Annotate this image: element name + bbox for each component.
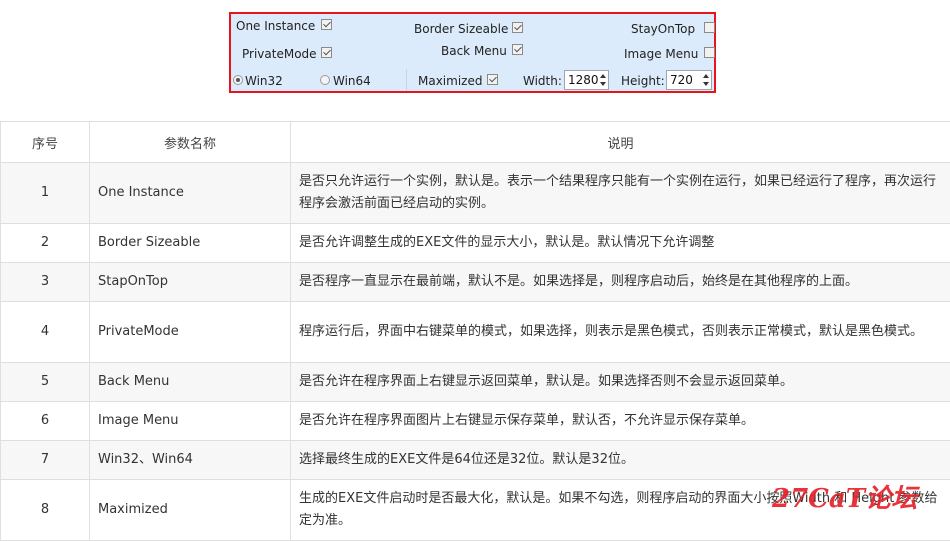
win32-radio[interactable] — [233, 75, 243, 85]
back-menu-label: Back Menu — [441, 44, 507, 58]
one-instance-label: One Instance — [236, 19, 315, 33]
stay-on-top-label: StayOnTop — [631, 22, 695, 36]
back-menu-checkbox[interactable] — [512, 44, 523, 55]
panel-divider — [406, 69, 407, 91]
height-label: Height: — [621, 74, 665, 88]
row-index: 7 — [1, 441, 90, 480]
row-param-name: Border Sizeable — [90, 224, 291, 263]
row-description: 是否允许在程序界面上右键显示返回菜单，默认是。如果选择否则不会显示返回菜单。 — [291, 363, 950, 402]
row-description: 选择最终生成的EXE文件是64位还是32位。默认是32位。 — [291, 441, 950, 480]
image-menu-label: Image Menu — [624, 47, 698, 61]
image-menu-checkbox[interactable] — [704, 47, 715, 58]
win64-radio[interactable] — [320, 75, 330, 85]
row-index: 2 — [1, 224, 90, 263]
table-row: 4 PrivateMode 程序运行后，界面中右键菜单的模式，如果选择，则表示是… — [1, 302, 950, 363]
table-row: 6 Image Menu 是否允许在程序界面图片上右键显示保存菜单，默认否，不允… — [1, 402, 950, 441]
row-param-name: Win32、Win64 — [90, 441, 291, 480]
row-param-name: One Instance — [90, 163, 291, 224]
row-index: 5 — [1, 363, 90, 402]
row-index: 1 — [1, 163, 90, 224]
spin-down-icon[interactable] — [600, 82, 606, 86]
width-spinbox[interactable]: 1280 — [564, 70, 609, 90]
border-sizeable-label: Border Sizeable — [414, 22, 508, 36]
maximized-checkbox[interactable] — [487, 74, 498, 85]
one-instance-checkbox[interactable] — [321, 19, 332, 30]
table-row: 5 Back Menu 是否允许在程序界面上右键显示返回菜单，默认是。如果选择否… — [1, 363, 950, 402]
spin-up-icon[interactable] — [703, 74, 709, 78]
row-param-name: Back Menu — [90, 363, 291, 402]
table-row: 3 StapOnTop 是否程序一直显示在最前端，默认不是。如果选择是，则程序启… — [1, 263, 950, 302]
forum-watermark: 27CaT论坛 — [772, 478, 917, 515]
table-row: 1 One Instance 是否只允许运行一个实例，默认是。表示一个结果程序只… — [1, 163, 950, 224]
row-description: 程序运行后，界面中右键菜单的模式，如果选择，则表示是黑色模式，否则表示正常模式，… — [291, 302, 950, 363]
spin-up-icon[interactable] — [600, 74, 606, 78]
win32-label: Win32 — [245, 74, 283, 88]
row-index: 3 — [1, 263, 90, 302]
stay-on-top-checkbox[interactable] — [704, 22, 715, 33]
row-index: 8 — [1, 480, 90, 541]
row-description: 是否允许调整生成的EXE文件的显示大小，默认是。默认情况下允许调整 — [291, 224, 950, 263]
row-param-name: Image Menu — [90, 402, 291, 441]
row-param-name: Maximized — [90, 480, 291, 541]
maximized-label: Maximized — [418, 74, 482, 88]
table-row: 7 Win32、Win64 选择最终生成的EXE文件是64位还是32位。默认是3… — [1, 441, 950, 480]
spin-down-icon[interactable] — [703, 82, 709, 86]
row-description: 是否允许在程序界面图片上右键显示保存菜单，默认否，不允许显示保存菜单。 — [291, 402, 950, 441]
row-description: 是否只允许运行一个实例，默认是。表示一个结果程序只能有一个实例在运行，如果已经运… — [291, 163, 950, 224]
header-index: 序号 — [1, 122, 90, 163]
row-param-name: PrivateMode — [90, 302, 291, 363]
border-sizeable-checkbox[interactable] — [512, 22, 523, 33]
private-mode-label: PrivateMode — [242, 47, 317, 61]
row-param-name: StapOnTop — [90, 263, 291, 302]
win64-label: Win64 — [333, 74, 371, 88]
header-description: 说明 — [291, 122, 950, 163]
width-value: 1280 — [568, 73, 599, 87]
settings-panel: One Instance Border Sizeable StayOnTop P… — [229, 12, 716, 93]
width-label: Width: — [523, 74, 562, 88]
header-param-name: 参数名称 — [90, 122, 291, 163]
private-mode-checkbox[interactable] — [321, 47, 332, 58]
height-spinbox[interactable]: 720 — [666, 70, 712, 90]
table-header-row: 序号 参数名称 说明 — [1, 122, 950, 163]
row-index: 4 — [1, 302, 90, 363]
row-index: 6 — [1, 402, 90, 441]
table-row: 2 Border Sizeable 是否允许调整生成的EXE文件的显示大小，默认… — [1, 224, 950, 263]
height-value: 720 — [670, 73, 693, 87]
row-description: 是否程序一直显示在最前端，默认不是。如果选择是，则程序启动后，始终是在其他程序的… — [291, 263, 950, 302]
